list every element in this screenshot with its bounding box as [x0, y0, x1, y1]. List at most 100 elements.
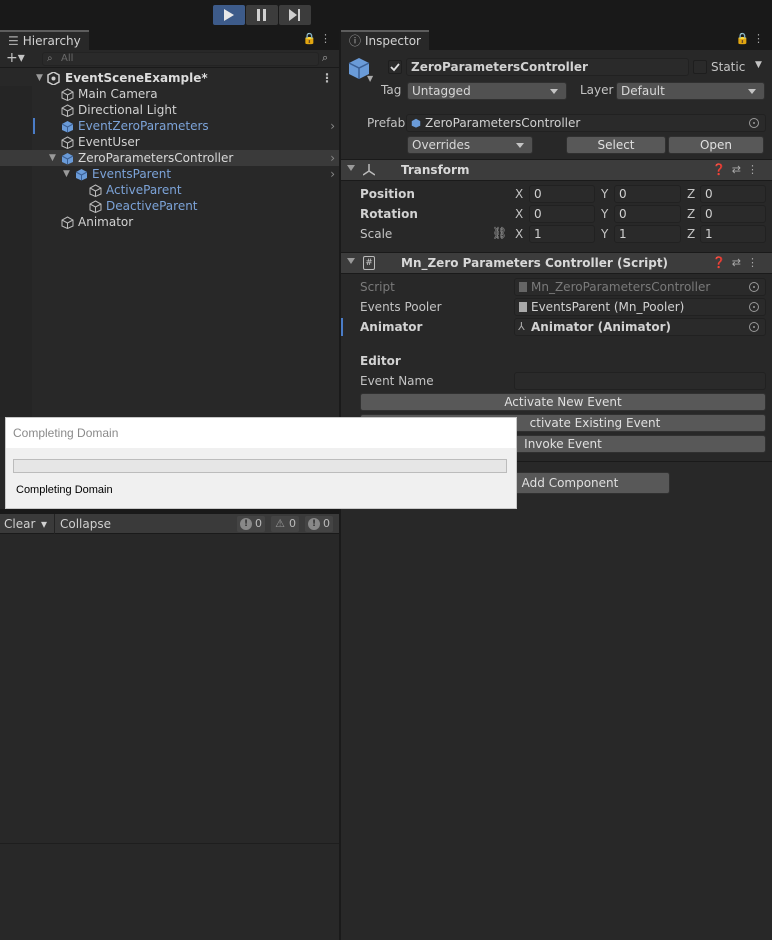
info-icon: ⓘ — [349, 34, 362, 48]
editor-header: Editor — [360, 354, 401, 368]
active-checkbox[interactable] — [388, 60, 402, 74]
prefab-select-button[interactable]: Select — [566, 136, 666, 154]
fold-arrow-icon[interactable]: ▼ — [49, 150, 56, 166]
prefab-icon — [75, 169, 88, 181]
gameobject-icon — [61, 136, 74, 149]
object-picker-icon[interactable] — [749, 302, 759, 312]
animator-label: Animator — [360, 320, 423, 334]
prefab-icon — [411, 118, 421, 128]
prefab-open-button[interactable]: Open — [668, 136, 764, 154]
check-icon — [390, 63, 400, 72]
position-x-field[interactable]: 0 — [529, 185, 595, 203]
chevron-right-icon[interactable]: › — [330, 166, 335, 182]
hierarchy-item-active-parent[interactable]: ActiveParent — [0, 182, 339, 198]
fold-arrow-icon[interactable] — [347, 165, 355, 171]
hierarchy-item-animator[interactable]: Animator — [0, 214, 339, 230]
scene-search-icon[interactable]: ⌕ — [322, 51, 328, 65]
scene-menu-icon[interactable]: ⋮ — [321, 70, 333, 86]
collapse-button[interactable]: Collapse — [56, 514, 115, 534]
object-picker-icon[interactable] — [749, 322, 759, 332]
axis-x-label: X — [515, 227, 524, 241]
position-z-field[interactable]: 0 — [700, 185, 766, 203]
modified-indicator — [33, 118, 35, 134]
help-preset-menu-icons[interactable]: ❓⇄⋮ — [712, 163, 764, 176]
lock-menu-icons[interactable]: 🔒 ⋮ — [303, 32, 331, 45]
hierarchy-item-zero-parameters-controller[interactable]: ▼ ZeroParametersController › — [0, 150, 339, 166]
console-detail-divider — [0, 843, 339, 844]
overrides-dropdown[interactable]: Overrides — [407, 136, 533, 154]
script-component-header[interactable]: # Mn_Zero Parameters Controller (Script)… — [341, 252, 772, 274]
tab-inspector[interactable]: ⓘ Inspector — [341, 30, 429, 50]
animator-field[interactable]: ⅄ Animator (Animator) — [514, 318, 766, 336]
pause-button[interactable] — [246, 5, 278, 25]
fold-arrow-icon[interactable]: ▼ — [36, 70, 43, 86]
tab-hierarchy[interactable]: ☰ Hierarchy — [0, 30, 89, 50]
hierarchy-toolbar: +▾ ⌕ All ⌕ — [0, 50, 339, 68]
clear-options-dropdown[interactable]: ▾ — [37, 514, 55, 534]
add-icon[interactable]: +▾ — [6, 50, 25, 66]
gameobject-icon — [61, 216, 74, 229]
events-pooler-field[interactable]: EventsParent (Mn_Pooler) — [514, 298, 766, 316]
axis-y-label: Y — [601, 227, 609, 241]
scale-label: Scale — [360, 227, 393, 241]
search-icon: ⌕ — [47, 53, 53, 64]
activate-new-event-button[interactable]: Activate New Event — [360, 393, 766, 411]
script-icon: # — [363, 256, 375, 270]
console-toolbar: Clear ▾ Collapse ! 0 ⚠ 0 ! 0 — [0, 514, 339, 534]
script-field: Mn_ZeroParametersController — [514, 278, 766, 296]
script-file-icon — [519, 302, 527, 312]
hierarchy-item-event-zero-parameters[interactable]: EventZeroParameters › — [0, 118, 339, 134]
hierarchy-item-deactive-parent[interactable]: DeactiveParent — [0, 198, 339, 214]
chevron-right-icon[interactable]: › — [330, 150, 335, 166]
object-name-field[interactable]: ZeroParametersController — [406, 58, 689, 76]
rotation-z-field[interactable]: 0 — [700, 205, 766, 223]
fold-arrow-icon[interactable]: ▼ — [63, 166, 70, 182]
rotation-y-field[interactable]: 0 — [614, 205, 681, 223]
scene-row[interactable]: ▼ EventSceneExample* ⋮ — [0, 70, 339, 86]
constrain-proportions-icon[interactable]: ⛓ — [492, 226, 507, 240]
gameobject-icon — [89, 184, 102, 197]
warning-icon: ⚠ — [275, 517, 285, 530]
layer-dropdown[interactable]: Default — [616, 82, 765, 100]
icon-dropdown-icon[interactable]: ▼ — [367, 74, 373, 83]
static-dropdown-icon[interactable]: ▼ — [755, 60, 762, 70]
chevron-right-icon[interactable]: › — [330, 118, 335, 134]
play-button[interactable] — [213, 5, 245, 25]
transform-icon — [363, 164, 375, 176]
hierarchy-item-main-camera[interactable]: Main Camera — [0, 86, 339, 102]
hierarchy-item-directional-light[interactable]: Directional Light — [0, 102, 339, 118]
unity-scene-icon — [47, 72, 60, 85]
transform-header[interactable]: Transform ❓⇄⋮ — [341, 159, 772, 181]
position-y-field[interactable]: 0 — [614, 185, 681, 203]
object-picker-icon[interactable] — [749, 118, 759, 128]
scale-x-field[interactable]: 1 — [529, 225, 595, 243]
fold-arrow-icon[interactable] — [347, 258, 355, 264]
error-count-toggle[interactable]: ! 0 — [305, 516, 333, 532]
hierarchy-search-input[interactable]: ⌕ All — [42, 52, 319, 66]
hierarchy-item-events-parent[interactable]: ▼ EventsParent › — [0, 166, 339, 182]
axis-z-label: Z — [687, 187, 696, 201]
list-icon: ☰ — [8, 34, 19, 48]
log-count-toggle[interactable]: ! 0 — [237, 516, 265, 532]
dialog-message: Completing Domain — [16, 484, 113, 496]
hierarchy-item-event-user[interactable]: EventUser — [0, 134, 339, 150]
help-preset-menu-icons[interactable]: ❓⇄⋮ — [712, 256, 764, 269]
scale-y-field[interactable]: 1 — [614, 225, 681, 243]
clear-button[interactable]: Clear — [0, 514, 39, 534]
error-icon: ! — [308, 518, 320, 530]
lock-menu-icons[interactable]: 🔒 ⋮ — [736, 32, 764, 45]
prefab-label: Prefab — [367, 116, 406, 130]
tag-dropdown[interactable]: Untagged — [407, 82, 567, 100]
static-checkbox[interactable] — [693, 60, 707, 74]
object-picker-icon — [749, 282, 759, 292]
prefab-asset-field[interactable]: ZeroParametersController — [406, 114, 766, 132]
warning-count-toggle[interactable]: ⚠ 0 — [271, 516, 299, 532]
hierarchy-tabbar: ☰ Hierarchy 🔒 ⋮ — [0, 30, 339, 50]
axis-x-label: X — [515, 187, 524, 201]
event-name-input[interactable] — [514, 372, 766, 390]
scale-z-field[interactable]: 1 — [700, 225, 766, 243]
rotation-x-field[interactable]: 0 — [529, 205, 595, 223]
step-button[interactable] — [279, 5, 311, 25]
axis-z-label: Z — [687, 227, 696, 241]
position-label: Position — [360, 187, 415, 201]
